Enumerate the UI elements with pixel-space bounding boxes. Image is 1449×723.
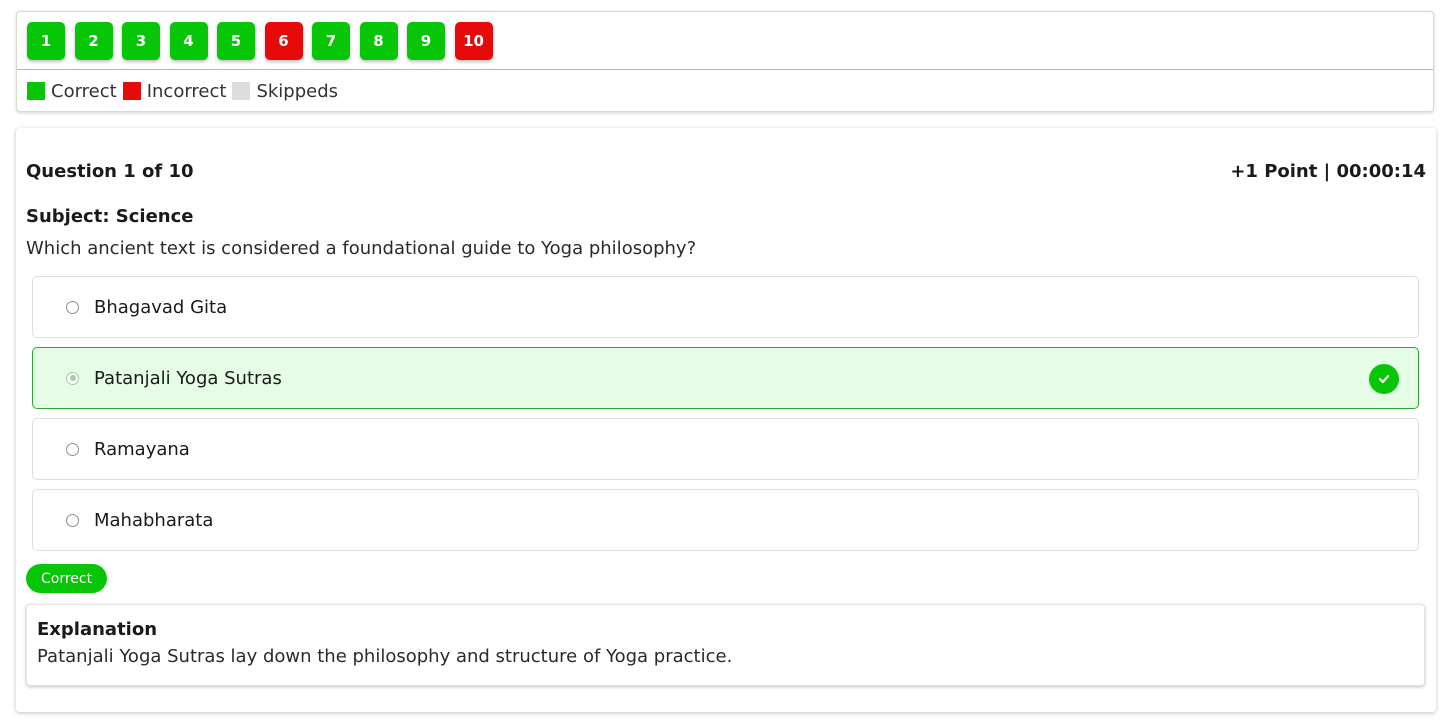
question-counter: Question 1 of 10 (26, 161, 194, 182)
option-radio-selected[interactable] (66, 371, 79, 385)
incorrect-swatch (122, 82, 141, 100)
question-button-1[interactable]: 1 (27, 21, 65, 60)
question-button-3[interactable]: 3 (122, 21, 160, 60)
option-radio[interactable] (66, 442, 79, 456)
question-button-6[interactable]: 6 (264, 21, 303, 60)
option-radio[interactable] (66, 300, 79, 314)
legend-incorrect: Incorrect (122, 80, 227, 102)
question-card: Question 1 of 10 +1 Point | 00:00:14 Sub… (16, 128, 1436, 712)
legend-incorrect-label: Incorrect (146, 80, 227, 102)
points-timer: +1 Point | 00:00:14 (1230, 161, 1426, 182)
question-button-10[interactable]: 10 (454, 21, 493, 60)
answer-option-4[interactable]: Mahabharata (32, 489, 1419, 551)
question-button-4[interactable]: 4 (169, 21, 208, 60)
correct-swatch (27, 82, 45, 100)
option-label: Ramayana (94, 438, 190, 460)
legend-correct: Correct (27, 81, 117, 102)
explanation-text: Patanjali Yoga Sutras lay down the philo… (37, 646, 733, 667)
legend-correct-label: Correct (51, 80, 117, 102)
question-button-row: 1 2 3 4 5 6 7 8 9 10 (17, 12, 1433, 70)
question-navigator: 1 2 3 4 5 6 7 8 9 10 Correct Incorrect S… (16, 11, 1434, 112)
option-radio[interactable] (66, 513, 79, 527)
question-button-8[interactable]: 8 (359, 21, 398, 60)
explanation-title: Explanation (37, 619, 158, 640)
skipped-swatch (232, 82, 251, 100)
explanation-box: Explanation Patanjali Yoga Sutras lay do… (26, 604, 1425, 686)
checkmark-icon (1369, 364, 1399, 394)
answer-option-1[interactable]: Bhagavad Gita (32, 276, 1419, 338)
question-button-2[interactable]: 2 (74, 21, 113, 60)
question-header: Question 1 of 10 +1 Point | 00:00:14 (26, 161, 1426, 182)
result-badge: Correct (26, 564, 108, 593)
question-button-5[interactable]: 5 (217, 21, 255, 60)
question-button-9[interactable]: 9 (407, 21, 445, 60)
option-label: Patanjali Yoga Sutras (94, 367, 282, 389)
question-button-7[interactable]: 7 (312, 21, 350, 60)
legend-skipped-label: Skippeds (256, 80, 339, 102)
legend-skipped: Skippeds (232, 81, 338, 102)
answer-option-3[interactable]: Ramayana (32, 418, 1419, 480)
option-label: Bhagavad Gita (94, 296, 228, 318)
option-label: Mahabharata (94, 509, 214, 531)
answer-options: Bhagavad Gita Patanjali Yoga Sutras Rama… (32, 276, 1419, 560)
answer-option-2[interactable]: Patanjali Yoga Sutras (32, 347, 1419, 409)
question-text: Which ancient text is considered a found… (26, 238, 697, 259)
question-subject: Subject: Science (26, 206, 194, 227)
status-legend: Correct Incorrect Skippeds (17, 70, 1433, 112)
